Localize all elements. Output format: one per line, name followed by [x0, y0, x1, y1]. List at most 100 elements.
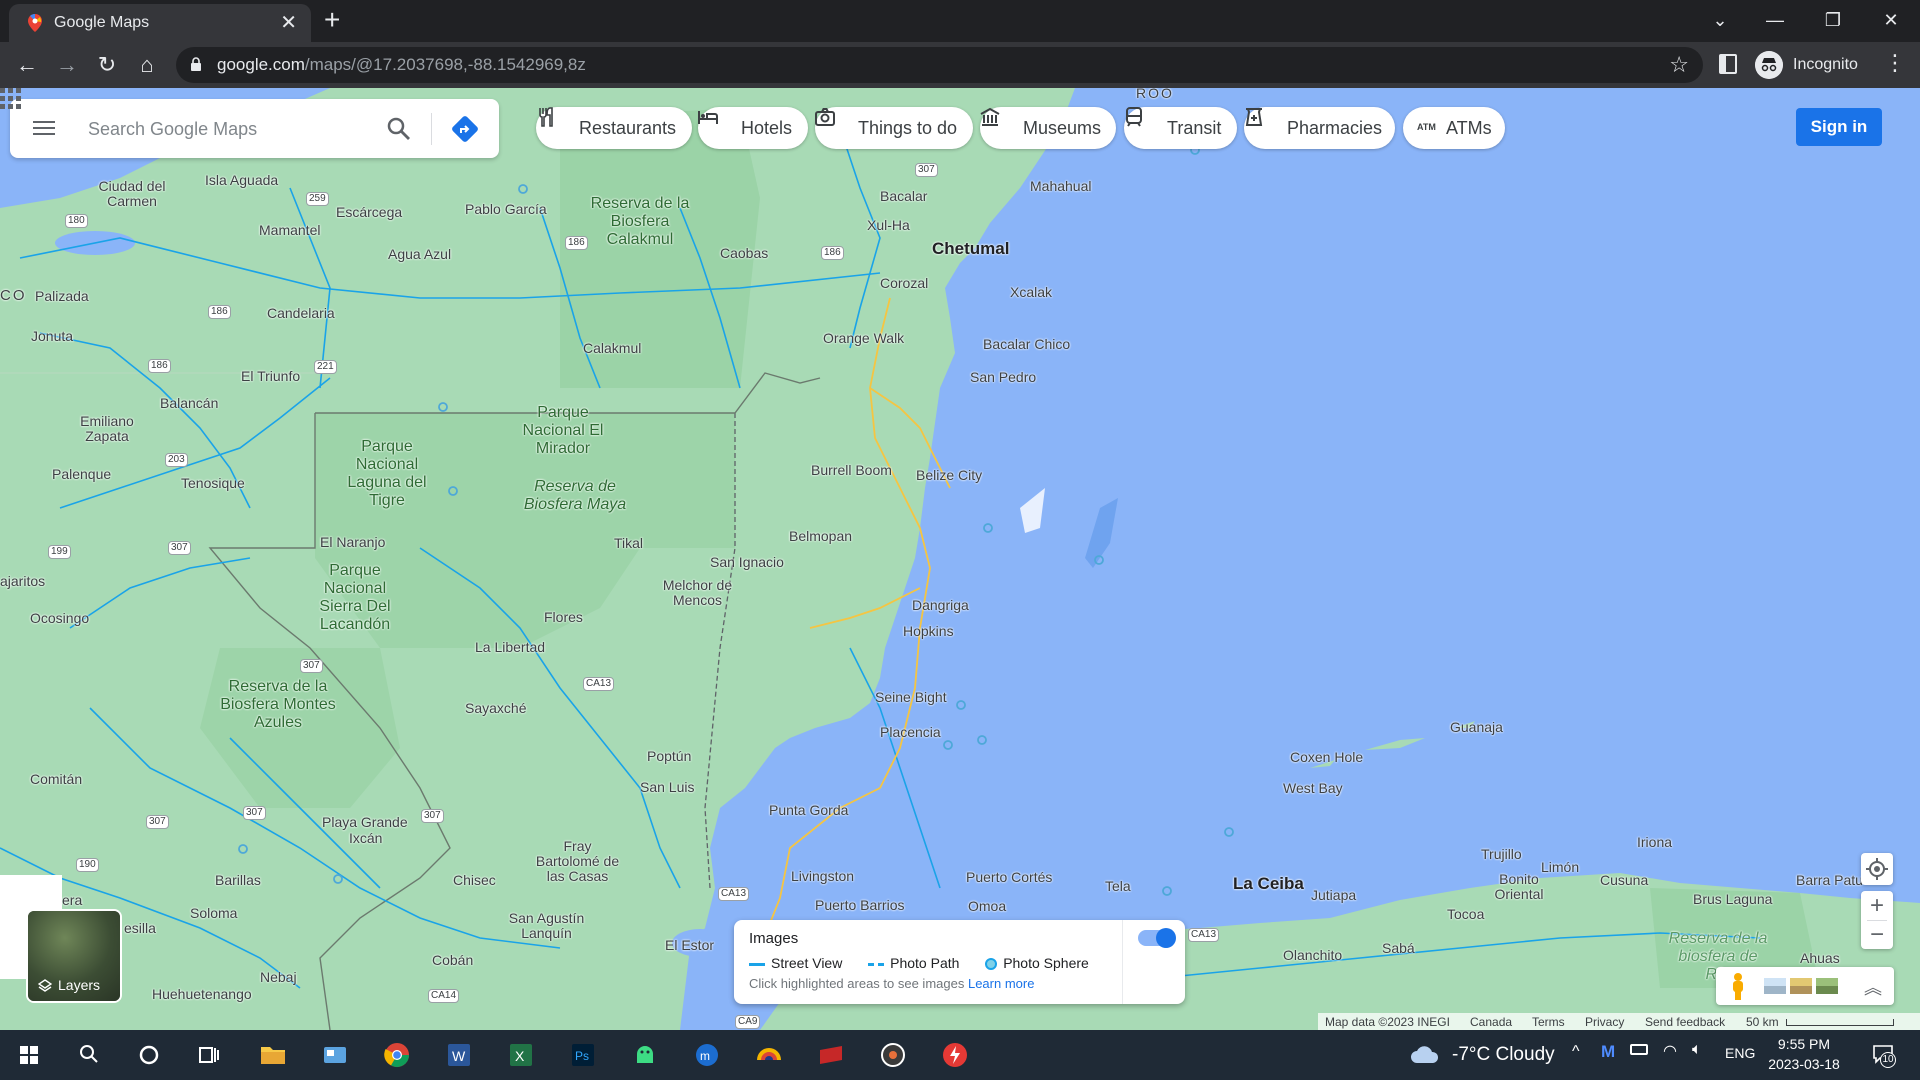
learn-more-link[interactable]: Learn more — [968, 976, 1034, 991]
apps-grid-icon[interactable] — [0, 88, 22, 110]
home-icon[interactable]: ⌂ — [132, 50, 162, 80]
windows-start-icon[interactable] — [12, 1038, 46, 1072]
region-link[interactable]: Canada — [1470, 1015, 1512, 1029]
browser-tab[interactable]: Google Maps ✕ — [9, 4, 311, 42]
place-label: Tikal — [614, 535, 644, 551]
expand-chevron-icon[interactable]: ︽ — [1864, 974, 1882, 1000]
place-label: Ahuas — [1800, 950, 1840, 966]
route-shield: 259 — [306, 192, 329, 206]
layers-button[interactable]: Layers — [26, 909, 122, 1003]
images-toggle[interactable] — [1138, 928, 1176, 948]
control-panel-icon[interactable] — [318, 1038, 352, 1072]
browser-menu-icon[interactable]: ⋮ — [1884, 50, 1906, 76]
back-arrow-icon[interactable]: ← — [12, 50, 42, 80]
place-label: Jonuta — [31, 328, 74, 344]
tab-search-icon[interactable]: ⌄ — [1700, 6, 1740, 36]
search-icon[interactable] — [386, 116, 412, 142]
chip-atms[interactable]: ATM ATMs — [1403, 107, 1505, 149]
address-bar[interactable]: google.com/maps/@17.2037698,-88.1542969,… — [176, 47, 1703, 83]
app-m-icon[interactable]: m — [690, 1038, 724, 1072]
place-label: Mamantel — [259, 222, 321, 238]
place-label: Poptún — [647, 748, 692, 764]
red-app-icon[interactable] — [814, 1038, 848, 1072]
close-tab-icon[interactable]: ✕ — [280, 10, 297, 35]
park-label: Reserva de la Biosfera Calakmul — [590, 195, 690, 248]
zoom-in-button[interactable]: + — [1861, 891, 1893, 920]
place-label: La Ceiba — [1233, 874, 1304, 893]
pegman-icon[interactable] — [1728, 971, 1748, 1001]
browser-toolbar: ← → ↻ ⌂ google.com/maps/@17.2037698,-88.… — [0, 42, 1920, 88]
place-label: Palizada — [35, 288, 89, 304]
sign-in-button[interactable]: Sign in — [1796, 108, 1882, 146]
notifications-button[interactable]: 10 — [1872, 1043, 1896, 1068]
chrome-icon[interactable] — [380, 1038, 414, 1072]
scale-label[interactable]: 50 km — [1746, 1015, 1779, 1029]
place-label: San Pedro — [970, 369, 1037, 385]
place-label: ROO — [1136, 88, 1174, 101]
chip-museums[interactable]: Museums — [980, 107, 1116, 149]
close-window-button[interactable]: ✕ — [1871, 6, 1911, 36]
forward-arrow-icon[interactable]: → — [52, 50, 82, 80]
volume-icon[interactable]: 🔈︎ — [1692, 1041, 1702, 1059]
minimize-button[interactable]: — — [1755, 6, 1795, 36]
cloud-icon — [1411, 1046, 1439, 1063]
notification-count: 10 — [1880, 1052, 1896, 1068]
privacy-link[interactable]: Privacy — [1585, 1015, 1624, 1029]
media-player-icon[interactable] — [876, 1038, 910, 1072]
clock[interactable]: 9:55 PM 2023-03-18 — [1764, 1034, 1844, 1074]
new-tab-button[interactable]: + — [324, 6, 340, 34]
images-panel: Images Street View Photo Path Photo Sphe… — [734, 920, 1185, 1004]
imagery-thumb-2[interactable] — [1790, 978, 1812, 994]
photo-sphere-circle-icon — [985, 958, 998, 971]
chip-pharmacies[interactable]: Pharmacies — [1244, 107, 1395, 149]
chip-restaurants[interactable]: Restaurants — [536, 107, 692, 149]
chip-things-to-do[interactable]: Things to do — [815, 107, 973, 149]
map-canvas[interactable]: ROO Ciudad del Carmen Isla Aguada Mamant… — [0, 88, 1920, 1030]
wifi-icon[interactable]: ◠ — [1663, 1041, 1677, 1061]
restore-button[interactable]: ❐ — [1813, 6, 1853, 36]
hamburger-menu-icon[interactable] — [32, 116, 56, 140]
language-indicator[interactable]: ENG — [1725, 1045, 1755, 1061]
task-view-icon[interactable] — [192, 1038, 226, 1072]
place-label: Corozal — [880, 275, 929, 291]
send-feedback-link[interactable]: Send feedback — [1645, 1015, 1725, 1029]
flash-app-icon[interactable] — [938, 1038, 972, 1072]
zoom-out-button[interactable]: − — [1861, 920, 1893, 949]
place-label: Seine Bight — [875, 689, 947, 705]
imagery-thumb-3[interactable] — [1816, 978, 1838, 994]
side-panel-icon[interactable] — [1719, 54, 1737, 74]
svg-text:W: W — [452, 1048, 466, 1064]
battery-icon[interactable] — [1630, 1044, 1648, 1055]
search-icon[interactable] — [72, 1038, 106, 1072]
directions-icon[interactable] — [450, 114, 480, 144]
route-shield: 199 — [48, 545, 71, 559]
search-input[interactable] — [88, 116, 368, 142]
museum-icon — [980, 107, 1000, 126]
place-label: Chisec — [453, 872, 496, 888]
maps-pin-icon — [28, 14, 42, 32]
route-shield: 307 — [421, 809, 444, 823]
chip-hotels[interactable]: Hotels — [698, 107, 808, 149]
reload-icon[interactable]: ↻ — [92, 50, 122, 80]
file-explorer-icon[interactable] — [256, 1038, 290, 1072]
place-label: Tocoa — [1447, 906, 1485, 922]
chip-transit[interactable]: Transit — [1124, 107, 1237, 149]
terms-link[interactable]: Terms — [1532, 1015, 1565, 1029]
place-label: Barra Patu — [1796, 872, 1863, 888]
place-label: Guanaja — [1450, 719, 1503, 735]
photoshop-icon[interactable]: Ps — [566, 1038, 600, 1072]
bookmark-star-icon[interactable]: ☆ — [1669, 52, 1689, 78]
malwarebytes-icon[interactable]: M — [1601, 1042, 1615, 1062]
my-location-button[interactable] — [1861, 853, 1893, 885]
place-label: Bonito Oriental — [1494, 871, 1544, 902]
cortana-icon[interactable] — [132, 1038, 166, 1072]
excel-icon[interactable]: X — [504, 1038, 538, 1072]
route-shield: 186 — [821, 246, 844, 260]
imagery-thumb-1[interactable] — [1764, 978, 1786, 994]
android-app-icon[interactable] — [628, 1038, 662, 1072]
vpn-app-icon[interactable] — [752, 1038, 786, 1072]
place-label: Placencia — [880, 724, 941, 740]
tray-chevron-icon[interactable]: ^ — [1572, 1043, 1580, 1061]
place-label: San Ignacio — [710, 554, 784, 570]
word-icon[interactable]: W — [442, 1038, 476, 1072]
